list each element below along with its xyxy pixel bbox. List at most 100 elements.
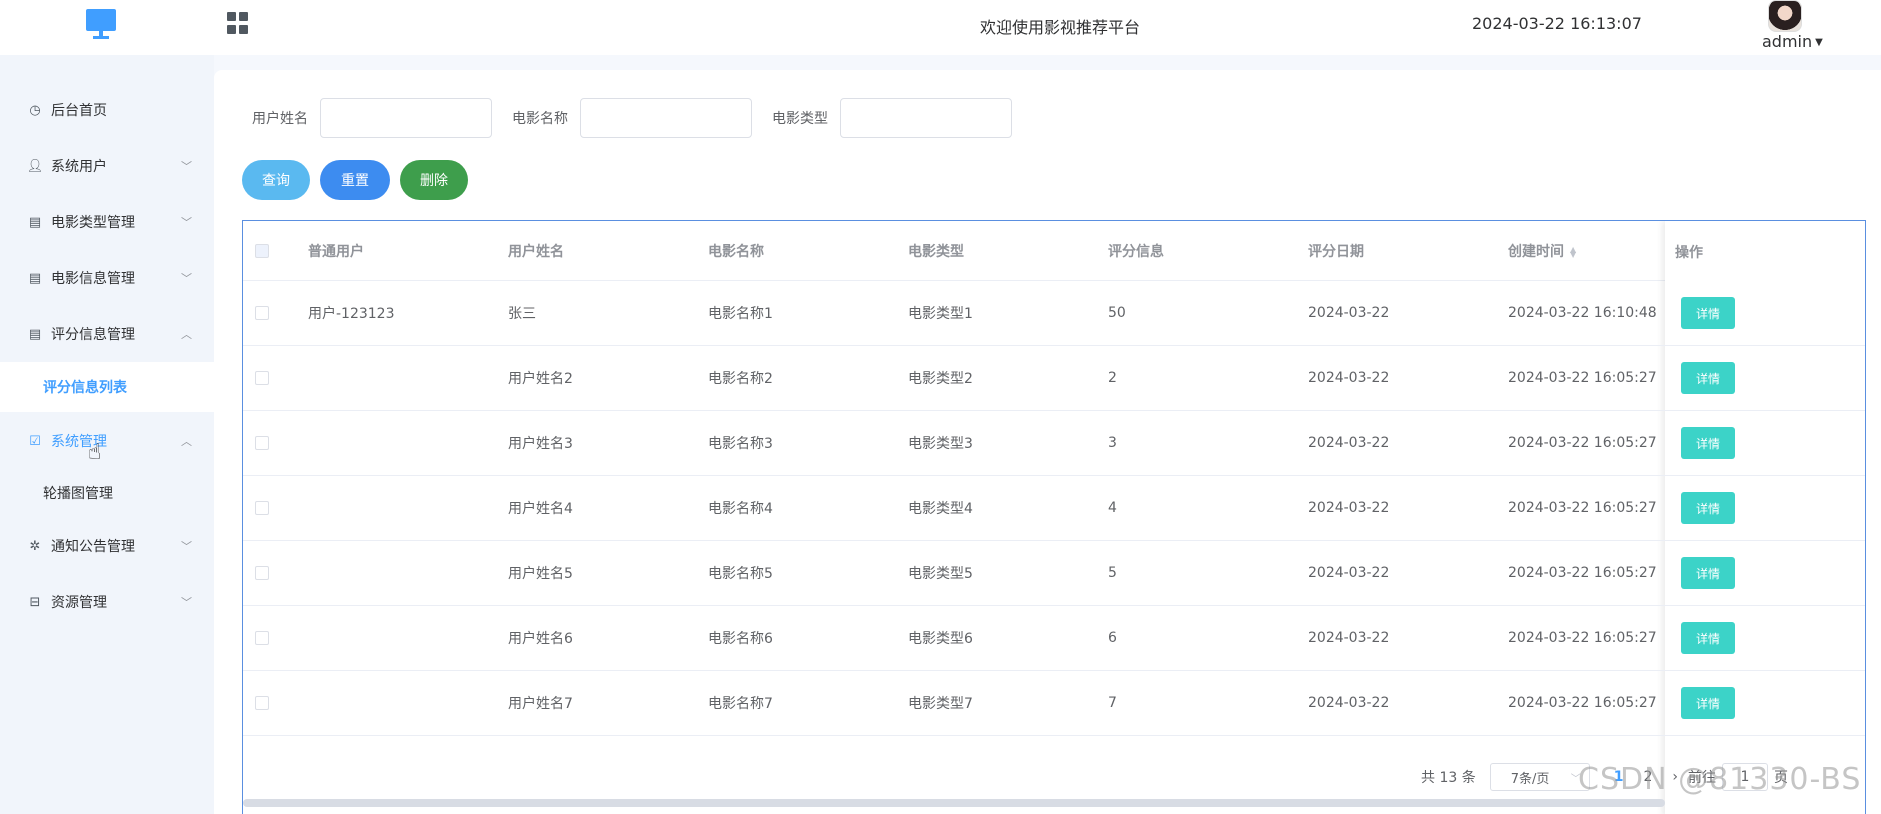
sidebar-item-home[interactable]: ◷ 后台首页 <box>0 87 214 133</box>
table-cell-movie: 电影名称3 <box>708 436 773 452</box>
row-checkbox[interactable] <box>255 631 269 645</box>
sidebar-item-notices[interactable]: ✲ 通知公告管理 ﹀ <box>0 523 214 569</box>
table-cell-type: 电影类型6 <box>908 631 973 647</box>
table-row: 用户姓名7 电影名称7 电影类型7 7 2024-03-22 2024-03-22 16:… <box>243 671 1865 736</box>
column-header: 普通用户 <box>308 243 364 260</box>
avatar[interactable] <box>1768 0 1802 32</box>
row-checkbox[interactable] <box>255 306 269 320</box>
column-header: 用户姓名 <box>508 243 564 260</box>
detail-button[interactable]: 详情 <box>1681 557 1735 589</box>
table-cell-name: 用户姓名5 <box>508 566 573 582</box>
box-icon: ⊟ <box>29 594 41 610</box>
caret-down-icon: ▼ <box>1815 37 1823 48</box>
row-checkbox[interactable] <box>255 566 269 580</box>
apps-grid-icon[interactable] <box>227 12 249 34</box>
chevron-down-icon: ﹀ <box>181 160 192 173</box>
sidebar-item-label: 电影信息管理 <box>51 271 135 287</box>
sidebar-item-rating-list[interactable]: 评分信息列表 <box>0 362 214 412</box>
watermark-text: CSDN @81330-BS <box>1578 762 1862 797</box>
table-cell-type: 电影类型4 <box>908 501 973 517</box>
table-cell-name: 用户姓名4 <box>508 501 573 517</box>
column-header: 电影类型 <box>908 243 964 260</box>
table-cell-score: 4 <box>1108 500 1117 516</box>
table-cell-name: 张三 <box>508 306 536 322</box>
reset-button[interactable]: 重置 <box>320 160 390 200</box>
table-cell-created: 2024-03-22 16:05:27 <box>1508 565 1657 581</box>
table-cell-created: 2024-03-22 16:05:27 <box>1508 370 1657 386</box>
movie-name-input[interactable] <box>580 98 752 138</box>
delete-button[interactable]: 删除 <box>400 160 468 200</box>
table-cell-score: 6 <box>1108 630 1117 646</box>
sidebar-item-system-manage[interactable]: ☑ 系统管理 ︿ <box>0 418 214 464</box>
table-cell-created: 2024-03-22 16:05:27 <box>1508 435 1657 451</box>
query-button[interactable]: 查询 <box>242 160 310 200</box>
search-form: 用户姓名 电影名称 电影类型 <box>252 98 1032 138</box>
sidebar-item-label: 通知公告管理 <box>51 539 135 555</box>
table-cell-score: 3 <box>1108 435 1117 451</box>
detail-button[interactable]: 详情 <box>1681 362 1735 394</box>
chevron-down-icon: ﹀ <box>181 540 192 553</box>
row-checkbox[interactable] <box>255 371 269 385</box>
row-checkbox[interactable] <box>255 436 269 450</box>
table-row: 用户姓名5 电影名称5 电影类型5 5 2024-03-22 2024-03-22 16:… <box>243 541 1865 606</box>
table-cell-created: 2024-03-22 16:10:48 <box>1508 305 1657 321</box>
username-label: 用户姓名 <box>252 111 308 127</box>
table-cell-score: 2 <box>1108 370 1117 386</box>
detail-button[interactable]: 详情 <box>1681 687 1735 719</box>
horizontal-scrollbar[interactable] <box>243 799 1665 807</box>
detail-button[interactable]: 详情 <box>1681 622 1735 654</box>
table-cell-movie: 电影名称7 <box>708 696 773 712</box>
sidebar-item-system-users[interactable]: 👤︎ 系统用户 ﹀ <box>0 143 214 189</box>
table-row: 用户姓名3 电影名称3 电影类型3 3 2024-03-22 2024-03-22 16:… <box>243 411 1865 476</box>
table-cell-date: 2024-03-22 <box>1308 435 1390 451</box>
sidebar-item-label: 后台首页 <box>51 103 107 119</box>
table-row: 用户姓名2 电影名称2 电影类型2 2 2024-03-22 2024-03-22 16:… <box>243 346 1865 411</box>
welcome-title: 欢迎使用影视推荐平台 <box>979 18 1140 37</box>
chevron-up-icon: ︿ <box>181 435 192 448</box>
sidebar-item-label: 评分信息管理 <box>51 327 135 343</box>
table-cell-type: 电影类型1 <box>908 306 973 322</box>
checkbox-icon: ☑ <box>29 433 41 449</box>
table-cell-date: 2024-03-22 <box>1308 630 1390 646</box>
table-cell-date: 2024-03-22 <box>1308 500 1390 516</box>
column-header-sortable[interactable]: 创建时间 ▲ ▼ <box>1508 241 1576 261</box>
user-menu[interactable]: admin ▼ <box>1762 32 1823 51</box>
movie-name-label: 电影名称 <box>512 111 568 127</box>
movie-type-label: 电影类型 <box>772 111 828 127</box>
column-header: 评分信息 <box>1108 243 1164 260</box>
sidebar-item-resources[interactable]: ⊟ 资源管理 ﹀ <box>0 579 214 625</box>
row-checkbox[interactable] <box>255 696 269 710</box>
username-input[interactable] <box>320 98 492 138</box>
sidebar-item-movie-types[interactable]: ▤ 电影类型管理 ﹀ <box>0 199 214 245</box>
table-cell-name: 用户姓名6 <box>508 631 573 647</box>
column-header: 创建时间 <box>1508 243 1564 260</box>
table-cell-name: 用户姓名7 <box>508 696 573 712</box>
card-icon: ▤ <box>28 326 42 342</box>
column-header: 操作 <box>1675 245 1703 261</box>
hand-cursor-icon: ☝ <box>88 440 102 465</box>
movie-type-input[interactable] <box>840 98 1012 138</box>
user-icon: 👤︎ <box>26 158 44 174</box>
table-cell-movie: 电影名称4 <box>708 501 773 517</box>
table-cell-type: 电影类型2 <box>908 371 973 387</box>
table-cell-date: 2024-03-22 <box>1308 565 1390 581</box>
sidebar-item-ratings[interactable]: ▤ 评分信息管理 ︿ <box>0 311 214 357</box>
detail-button[interactable]: 详情 <box>1681 427 1735 459</box>
column-header: 评分日期 <box>1308 243 1364 260</box>
page-size-select[interactable]: 7条/页 ﹀ <box>1489 763 1590 791</box>
row-checkbox[interactable] <box>255 501 269 515</box>
table-cell-movie: 电影名称5 <box>708 566 773 582</box>
table-cell-movie: 电影名称6 <box>708 631 773 647</box>
sidebar-item-label: 轮播图管理 <box>43 486 113 502</box>
sort-icon[interactable]: ▲ ▼ <box>1570 245 1576 258</box>
detail-button[interactable]: 详情 <box>1681 297 1735 329</box>
sidebar-item-movie-info[interactable]: ▤ 电影信息管理 ﹀ <box>0 255 214 301</box>
detail-button[interactable]: 详情 <box>1681 492 1735 524</box>
table-cell-name: 用户姓名2 <box>508 371 573 387</box>
select-all-checkbox[interactable] <box>255 243 269 258</box>
loading-icon: ✲ <box>29 538 41 554</box>
table-header: 普通用户 用户姓名 电影名称 电影类型 评分信息 评分日期 创建时间 ▲ ▼ <box>243 221 1865 281</box>
chevron-up-icon: ︿ <box>181 328 192 341</box>
table-row: 用户姓名6 电影名称6 电影类型6 6 2024-03-22 2024-03-22 16:… <box>243 606 1865 671</box>
sidebar-item-carousel[interactable]: 轮播图管理 <box>0 468 214 518</box>
